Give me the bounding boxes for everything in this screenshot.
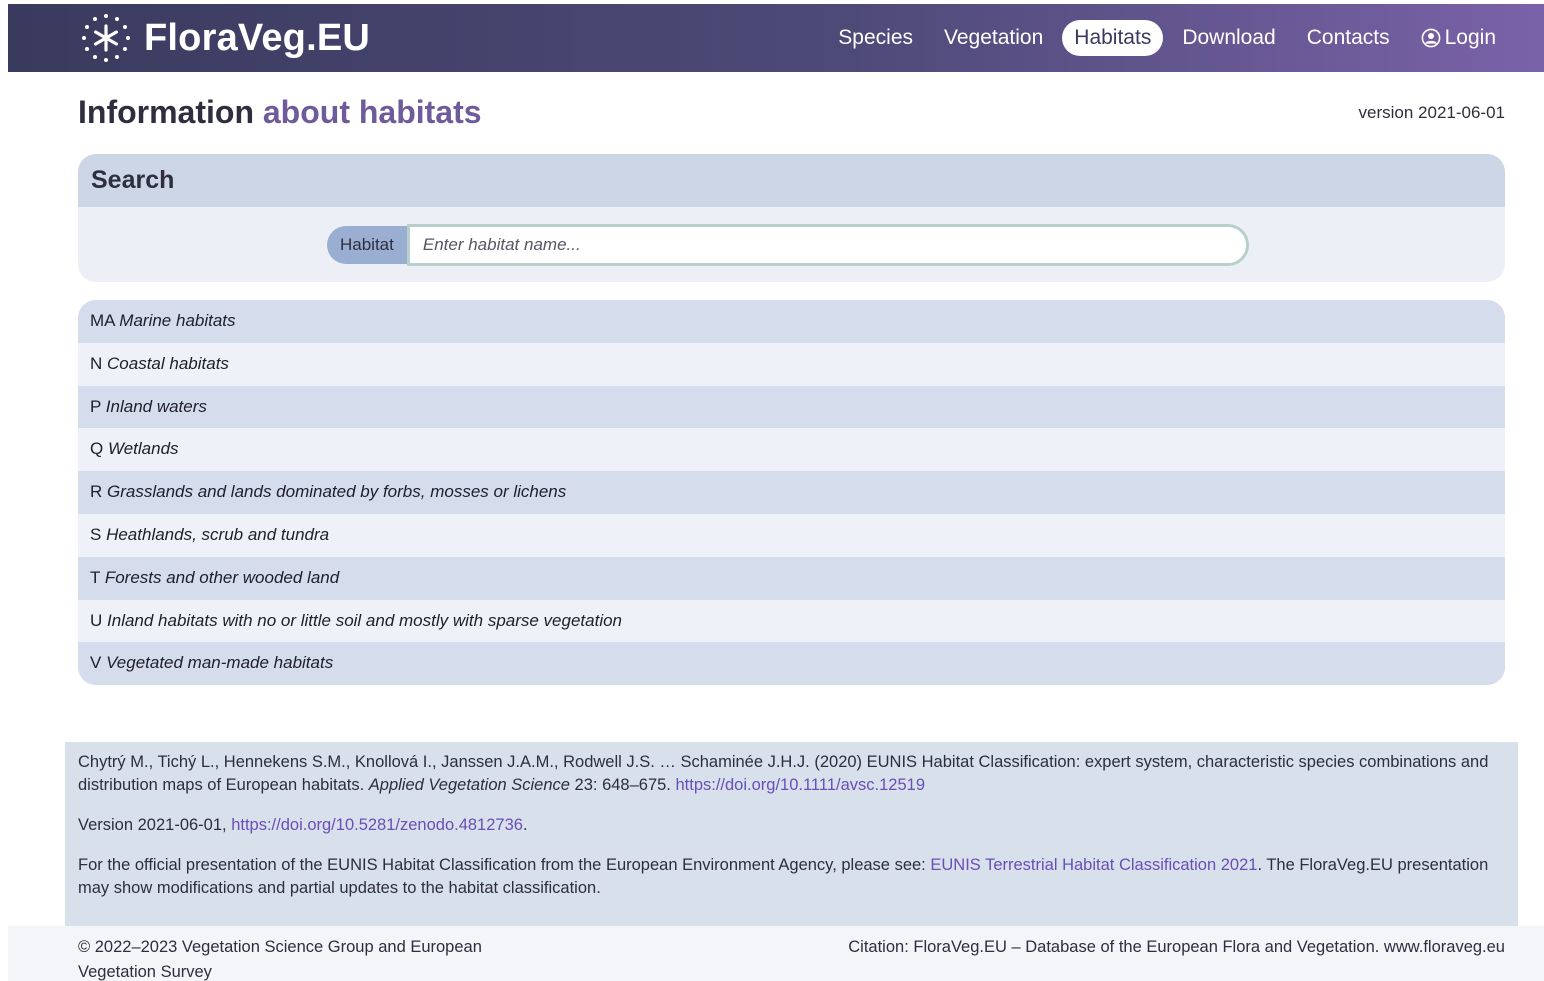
habitat-list: MA Marine habitats N Coastal habitats P … xyxy=(78,300,1505,685)
version-suffix: . xyxy=(522,816,528,834)
habitat-code: R xyxy=(90,482,103,502)
habitat-name: Forests and other wooded land xyxy=(104,567,340,587)
habitat-row-q[interactable]: Q Wetlands xyxy=(78,428,1505,472)
nav-download[interactable]: Download xyxy=(1170,20,1287,56)
habitat-search-group: Habitat xyxy=(327,224,1249,266)
version-paragraph: Version 2021-06-01, https://doi.org/10.5… xyxy=(78,814,1505,837)
habitat-row-n[interactable]: N Coastal habitats xyxy=(78,342,1505,386)
habitat-row-s[interactable]: S Heathlands, scrub and tundra xyxy=(78,513,1505,557)
brand[interactable]: FloraVeg.EU xyxy=(80,10,370,66)
main-nav: Species Vegetation Habitats Download Con… xyxy=(819,18,1508,58)
habitat-row-v[interactable]: V Vegetated man-made habitats xyxy=(78,642,1505,685)
habitat-row-ma[interactable]: MA Marine habitats xyxy=(78,300,1505,343)
habitat-name: Inland habitats with no or little soil a… xyxy=(107,610,623,630)
version-label: version 2021-06-01 xyxy=(1358,103,1505,122)
habitat-code: P xyxy=(90,396,102,416)
top-navbar: FloraVeg.EU Species Vegetation Habitats … xyxy=(8,4,1544,72)
site-citation: Citation: FloraVeg.EU – Database of the … xyxy=(848,938,1505,956)
habitat-code: N xyxy=(90,353,103,373)
nav-habitats[interactable]: Habitats xyxy=(1062,20,1164,56)
nav-vegetation[interactable]: Vegetation xyxy=(932,20,1055,56)
bottom-bar: © 2022–2023 Vegetation Science Group and… xyxy=(8,926,1544,981)
eea-prefix: For the official presentation of the EUN… xyxy=(78,856,931,874)
habitat-code: MA xyxy=(90,311,115,330)
habitat-row-t[interactable]: T Forests and other wooded land xyxy=(78,556,1505,600)
habitat-name: Marine habitats xyxy=(119,311,236,330)
habitat-search-input[interactable] xyxy=(406,224,1249,266)
reference-pages: 23: 648–675. xyxy=(569,776,676,794)
habitat-code: Q xyxy=(90,439,104,459)
habitat-name: Heathlands, scrub and tundra xyxy=(106,524,330,544)
nav-contacts[interactable]: Contacts xyxy=(1295,20,1402,56)
habitat-row-p[interactable]: P Inland waters xyxy=(78,385,1505,429)
nav-login[interactable]: Login xyxy=(1409,20,1508,56)
brand-name: FloraVeg.EU xyxy=(144,16,371,59)
habitat-code: S xyxy=(90,524,102,544)
search-card: Search Habitat xyxy=(78,154,1505,282)
habitat-name: Vegetated man-made habitats xyxy=(106,653,334,673)
habitat-search-label: Habitat xyxy=(327,226,407,264)
habitat-name: Grasslands and lands dominated by forbs,… xyxy=(107,482,567,502)
eea-paragraph: For the official presentation of the EUN… xyxy=(78,854,1505,900)
version-prefix: Version 2021-06-01, xyxy=(78,816,232,834)
page-title: Information about habitats xyxy=(78,94,482,131)
reference-paragraph: Chytrý M., Tichý L., Hennekens S.M., Kno… xyxy=(78,751,1505,797)
star-circle-logo-icon xyxy=(82,14,130,62)
habitat-name: Wetlands xyxy=(107,439,179,459)
eea-classification-link[interactable]: EUNIS Terrestrial Habitat Classification… xyxy=(930,856,1257,874)
habitat-code: T xyxy=(90,567,101,587)
search-header: Search xyxy=(78,154,1505,207)
reference-doi-link[interactable]: https://doi.org/10.1111/avsc.12519 xyxy=(675,776,925,794)
habitat-name: Inland waters xyxy=(105,396,207,416)
page-title-accent: about habitats xyxy=(262,94,482,130)
journal-name: Applied Vegetation Science xyxy=(368,776,570,794)
page-title-prefix: Information xyxy=(78,94,254,130)
habitat-row-r[interactable]: R Grasslands and lands dominated by forb… xyxy=(78,471,1505,514)
login-label: Login xyxy=(1444,26,1496,49)
nav-species[interactable]: Species xyxy=(826,20,925,56)
habitat-row-u[interactable]: U Inland habitats with no or little soil… xyxy=(78,599,1505,643)
copyright: © 2022–2023 Vegetation Science Group and… xyxy=(78,938,482,981)
habitat-code: U xyxy=(90,610,103,630)
zenodo-doi-link[interactable]: https://doi.org/10.5281/zenodo.4812736 xyxy=(231,816,523,834)
footer-info: Chytrý M., Tichý L., Hennekens S.M., Kno… xyxy=(65,742,1518,926)
habitat-code: V xyxy=(90,653,102,673)
habitat-name: Coastal habitats xyxy=(107,353,229,373)
user-circle-icon xyxy=(1421,28,1441,48)
